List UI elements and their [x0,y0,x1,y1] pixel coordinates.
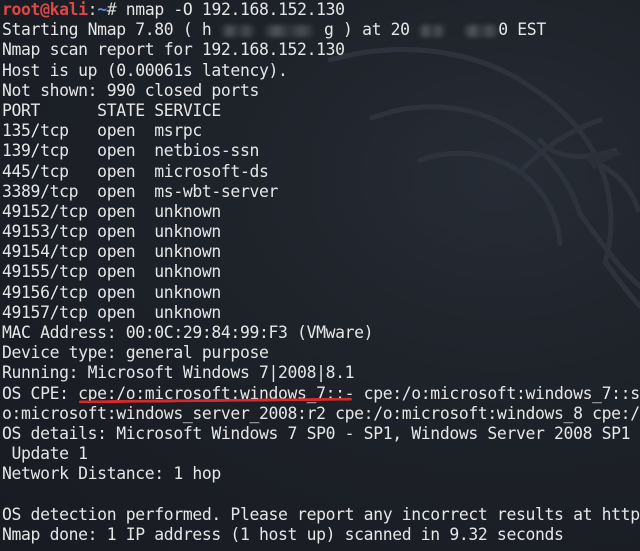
mac-address-line: MAC Address: 00:0C:29:84:99:F3 (VMware) [2,323,374,342]
device-type-line: Device type: general purpose [2,343,269,363]
output-line: Host is up (0.00061s latency). [2,60,288,80]
port-row: 3389/tcp open ms-wbt-server [2,181,279,201]
port-row: 445/tcp open microsoft-ds [2,161,269,181]
port-row: 49157/tcp open unknown [2,302,221,322]
port-row: 139/tcp open netbios-ssn [2,141,259,161]
prompt-line: root@kali:~# nmap -O 192.168.152.130 [2,0,640,20]
network-distance-line: Network Distance: 1 hop [2,464,221,484]
port-row: 49153/tcp open unknown [2,222,221,242]
prompt-user-host: root@kali [2,0,88,19]
redaction-blur [264,24,315,37]
redaction-blur [419,24,446,37]
port-row: 49154/tcp open unknown [2,242,221,262]
port-row: 49152/tcp open unknown [2,201,221,221]
running-line: Running: Microsoft Windows 7|2008|8.1 [2,363,355,383]
table-header: PORT STATE SERVICE [2,100,221,120]
prompt-symbol: # [106,0,117,19]
starting-prefix: Starting Nmap 7.80 ( h [2,20,212,40]
os-details-line: OS details: Microsoft Windows 7 SP0 - SP… [2,423,631,443]
redaction-blur [464,24,499,37]
starting-line: Starting Nmap 7.80 ( h g ) at 20 0 EST [2,20,640,40]
os-details-continued-line: Update 1 [2,444,89,464]
prompt-separator: : [87,0,98,19]
terminal-window[interactable]: root@kali:~# nmap -O 192.168.152.130 Star… [0,0,640,551]
nmap-done-line: Nmap done: 1 IP address (1 host up) scan… [2,524,564,544]
starting-suffix: 0 EST [498,20,546,40]
typed-command: nmap -O 192.168.152.130 [116,0,345,19]
output-line: Not shown: 990 closed ports [2,80,259,100]
port-row: 49155/tcp open unknown [2,262,221,282]
redaction-blur [220,24,255,37]
output-line: Nmap scan report for 192.168.152.130 [2,40,345,60]
port-row: 49156/tcp open unknown [2,282,221,302]
terminal-output: root@kali:~# nmap -O 192.168.152.130 Star… [2,0,640,545]
os-detection-line: OS detection performed. Please report an… [2,504,640,524]
starting-middle: g ) at 20 [324,20,410,40]
prompt-path: ~ [97,0,107,19]
os-cpe-continued-line: o:microsoft:windows_server_2008:r2 cpe:/… [2,403,640,423]
port-row: 135/tcp open msrpc [2,121,202,141]
